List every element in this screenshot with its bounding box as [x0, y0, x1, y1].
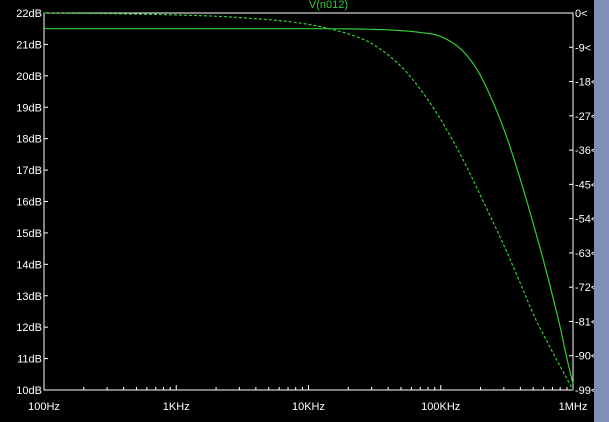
y-left-tick-label: 17dB — [16, 165, 42, 177]
y-left-tick-label: 22dB — [16, 8, 42, 20]
y-left-tick-label: 21dB — [16, 39, 42, 51]
y-right-tick-label: -72< — [575, 282, 594, 294]
y-left-tick-label: 16dB — [16, 197, 42, 209]
y-right-tick-label: -9< — [575, 42, 591, 54]
y-right-tick-label: -81< — [575, 316, 594, 328]
x-tick-label: 1MHz — [559, 401, 588, 413]
y-left-tick-label: 18dB — [16, 134, 42, 146]
x-tick-label: 100KHz — [421, 401, 460, 413]
x-tick-label: 100Hz — [28, 401, 60, 413]
y-right-tick-label: -18< — [575, 77, 594, 89]
scrollbar-strip[interactable] — [594, 0, 609, 422]
series-phase-line — [43, 12, 574, 391]
y-left-tick-label: 11dB — [17, 354, 42, 366]
y-left-tick-label: 13dB — [16, 291, 42, 303]
plot-frame — [43, 12, 574, 391]
y-right-tick-label: -90< — [575, 351, 594, 363]
y-left-tick-label: 20dB — [16, 71, 42, 83]
x-tick-label: 10KHz — [292, 401, 325, 413]
y-left-tick-label: 15dB — [16, 228, 42, 240]
bode-plot[interactable]: 10dB 11dB 12dB 13dB 14dB 15dB 16dB 17dB 18dB 19dB… — [0, 0, 594, 422]
y-right-tick-label: 0< — [575, 8, 588, 20]
chart-title: V(n012) — [309, 0, 348, 11]
series-magnitude-line — [44, 28, 574, 384]
plot-window: 10dB 11dB 12dB 13dB 14dB 15dB 16dB 17dB 18dB 19dB… — [0, 0, 609, 422]
y-left-tick-label: 14dB — [16, 259, 42, 271]
y-right-tick-label: -99< — [575, 385, 594, 397]
y-left-tick-label: 19dB — [16, 102, 42, 114]
y-left-tick-label: 12dB — [16, 322, 42, 334]
x-tick-label: 1KHz — [163, 401, 190, 413]
y-left-tick-label: 10dB — [16, 385, 42, 397]
y-right-tick-label: -36< — [575, 145, 594, 157]
y-right-tick-label: -27< — [575, 111, 594, 123]
y-right-tick-label: -54< — [575, 214, 594, 226]
y-right-tick-label: -63< — [575, 248, 594, 260]
y-right-tick-label: -45< — [575, 179, 594, 191]
